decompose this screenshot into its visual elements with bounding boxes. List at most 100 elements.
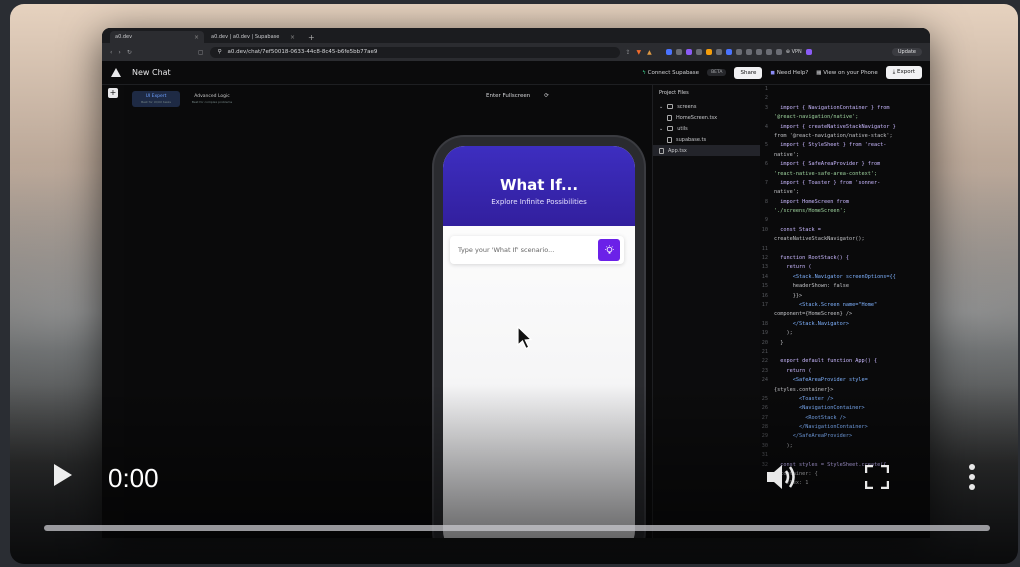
- export-button[interactable]: ⤓ Export: [885, 66, 922, 79]
- code-text: import { SafeAreaProvider } from: [774, 161, 881, 168]
- share-page-icon[interactable]: ⇪: [626, 49, 631, 56]
- brave-rewards-icon[interactable]: ▲: [647, 49, 652, 56]
- extension-icon[interactable]: [705, 49, 712, 55]
- code-text: import { createNativeStackNavigator }: [774, 123, 896, 130]
- line-number: 20: [761, 339, 768, 346]
- volume-button[interactable]: [765, 462, 799, 492]
- file-icon: [667, 114, 672, 121]
- share-button[interactable]: Share: [734, 66, 763, 79]
- code-line: './screens/HomeScreen';: [760, 207, 930, 216]
- code-line: 10 const Stack =: [760, 226, 930, 235]
- brave-shield-icon[interactable]: ▼: [637, 49, 642, 56]
- code-text: const Stack =: [774, 226, 821, 233]
- code-text: headerShown: false: [774, 283, 849, 290]
- line-number: 6: [764, 161, 768, 168]
- folder-screens[interactable]: ⌄ screens: [653, 101, 760, 112]
- file-supabase[interactable]: supabase.ts: [653, 134, 760, 145]
- view-on-phone-button[interactable]: ▦ View on your Phone: [816, 70, 878, 76]
- close-icon[interactable]: ×: [290, 34, 295, 41]
- folder-utils[interactable]: ⌄ utils: [653, 123, 760, 134]
- extension-icon[interactable]: [665, 49, 672, 55]
- code-text: createNativeStackNavigator();: [774, 236, 865, 243]
- code-line: 11: [760, 245, 930, 254]
- update-button[interactable]: Update: [891, 48, 922, 56]
- lightbulb-icon: [604, 244, 614, 254]
- more-options-button[interactable]: [965, 462, 979, 492]
- header-actions: ϟ Connect Supabase BETA Share ◼ Need Hel…: [642, 66, 922, 79]
- line-number: [760, 188, 774, 197]
- code-text: import HomeScreen from: [774, 198, 849, 205]
- chevron-down-icon: ⌄: [659, 125, 664, 132]
- refresh-icon[interactable]: ⟳: [544, 93, 549, 99]
- code-line: 14 <Stack.Navigator screenOptions={{: [760, 273, 930, 282]
- file-icon: [659, 147, 664, 154]
- file-app[interactable]: App.tsx: [653, 145, 760, 156]
- line-number: 22: [761, 358, 768, 365]
- mode-sublabel: Best for complex problems: [191, 100, 233, 104]
- extension-icon[interactable]: [725, 49, 732, 55]
- line-number: 13: [761, 264, 768, 271]
- extension-icon[interactable]: [765, 49, 772, 55]
- code-line: component={HomeScreen} />: [760, 310, 930, 319]
- line-number: 5: [764, 142, 768, 149]
- extension-icon[interactable]: [745, 49, 752, 55]
- generate-button[interactable]: [598, 239, 620, 261]
- chevron-down-icon: ⌄: [659, 103, 664, 110]
- mode-label: Advanced Logic: [194, 94, 230, 99]
- code-line: 15 headerShown: false: [760, 282, 930, 291]
- a0-logo-icon[interactable]: [110, 67, 122, 79]
- file-label: HomeScreen.tsx: [676, 114, 718, 121]
- extension-icon[interactable]: [755, 49, 762, 55]
- extension-icon[interactable]: [685, 49, 692, 55]
- reload-icon[interactable]: ↻: [127, 49, 132, 56]
- extension-icon[interactable]: [715, 49, 722, 55]
- code-line: 12 function RootStack() {: [760, 254, 930, 263]
- bookmark-icon[interactable]: ▢: [198, 49, 204, 56]
- back-icon[interactable]: ‹: [110, 49, 112, 56]
- new-chat-button[interactable]: +: [108, 88, 118, 98]
- line-number: 2: [764, 95, 768, 102]
- browser-tab-active[interactable]: a0.dev ×: [110, 31, 204, 43]
- line-number: [760, 170, 774, 179]
- extension-icon[interactable]: [735, 49, 742, 55]
- line-number: 7: [764, 179, 768, 186]
- extension-icon[interactable]: [675, 49, 682, 55]
- extension-icon[interactable]: [775, 49, 782, 55]
- mode-ui-expert[interactable]: UI Expert Best for UI/UX tasks: [132, 91, 180, 107]
- line-number: 21: [761, 348, 768, 355]
- scenario-input[interactable]: [458, 246, 588, 254]
- extension-icons: ⊕ VPN: [665, 49, 812, 55]
- extension-icon[interactable]: [695, 49, 702, 55]
- connect-supabase-button[interactable]: ϟ Connect Supabase: [642, 70, 699, 76]
- fullscreen-button[interactable]: [864, 464, 890, 490]
- seek-bar[interactable]: [44, 525, 990, 531]
- close-icon[interactable]: ×: [194, 34, 199, 41]
- code-line: 13 return (: [760, 263, 930, 272]
- url-bar[interactable]: ⚲ a0.dev/chat/7ef50018-0633-44c8-8c45-b6…: [209, 46, 620, 58]
- browser-tab[interactable]: a0.dev | a0.dev | Supabase ×: [206, 31, 300, 43]
- code-text: }}>: [774, 292, 803, 299]
- scenario-input-card: [450, 236, 624, 264]
- line-number: 16: [761, 292, 768, 299]
- code-line: createNativeStackNavigator();: [760, 235, 930, 244]
- vpn-button[interactable]: ⊕ VPN: [786, 49, 802, 55]
- file-homescreen[interactable]: HomeScreen.tsx: [653, 112, 760, 123]
- site-info-icon[interactable]: ⚲: [218, 49, 222, 55]
- browser-toolbar: ‹ › ↻ ▢ ⚲ a0.dev/chat/7ef50018-0633-44c8…: [102, 43, 930, 61]
- new-tab-button[interactable]: +: [302, 31, 321, 43]
- profile-icon[interactable]: [805, 49, 812, 55]
- code-line: 16 }}>: [760, 292, 930, 301]
- play-button[interactable]: [54, 464, 72, 486]
- line-number: [760, 151, 774, 160]
- app-header: New Chat ϟ Connect Supabase BETA Share ◼…: [102, 61, 930, 85]
- code-line: 4 import { createNativeStackNavigator }: [760, 123, 930, 132]
- code-text: component={HomeScreen} />: [774, 311, 853, 318]
- video-player[interactable]: a0.dev × a0.dev | a0.dev | Supabase × + …: [10, 4, 1018, 564]
- need-help-button[interactable]: ◼ Need Help?: [770, 70, 808, 76]
- forward-icon[interactable]: ›: [118, 49, 120, 56]
- line-number: 9: [764, 217, 768, 224]
- mode-advanced-logic[interactable]: Advanced Logic Best for complex problems: [188, 91, 236, 107]
- line-number: [760, 310, 774, 319]
- enter-fullscreen-button[interactable]: Enter Fullscreen: [486, 93, 530, 99]
- mouse-cursor-icon: [517, 325, 533, 354]
